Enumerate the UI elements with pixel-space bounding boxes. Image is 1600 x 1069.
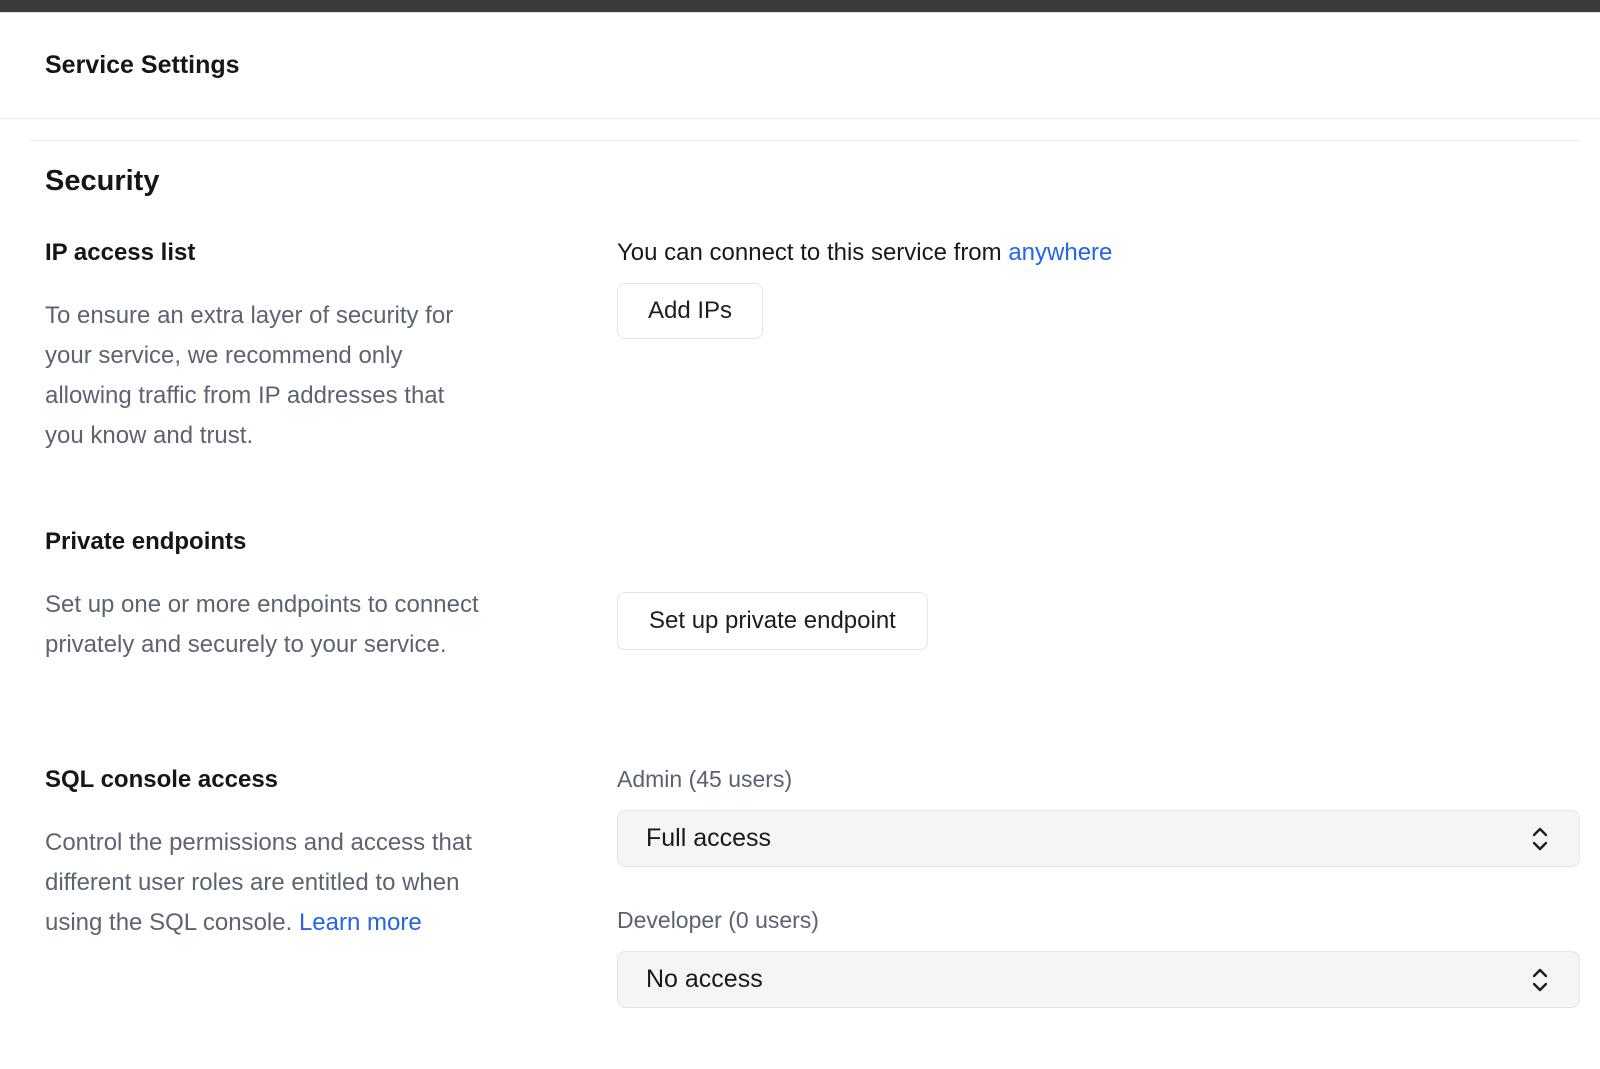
ip-access-list-right: You can connect to this service from any…: [617, 237, 1580, 339]
page-title: Service Settings: [45, 51, 240, 80]
sql-console-access-heading: SQL console access: [45, 764, 617, 796]
admin-role-label: Admin (45 users): [617, 764, 1580, 794]
security-section-title: Security: [45, 161, 1580, 201]
ip-access-list-section: IP access list To ensure an extra layer …: [45, 237, 1580, 456]
developer-role-label: Developer (0 users): [617, 905, 1580, 935]
connect-from-line: You can connect to this service from any…: [617, 237, 1580, 269]
sql-console-access-right: Admin (45 users) Full access Developer (…: [617, 764, 1580, 1008]
private-endpoints-section: Private endpoints Set up one or more end…: [45, 526, 1580, 665]
admin-role-field: Admin (45 users) Full access: [617, 764, 1580, 867]
developer-access-select[interactable]: No access: [617, 951, 1580, 1008]
add-ips-button-row: Add IPs: [617, 269, 1580, 339]
ip-access-list-left: IP access list To ensure an extra layer …: [45, 237, 617, 456]
private-endpoints-right: Set up private endpoint: [617, 526, 1580, 650]
private-endpoints-heading: Private endpoints: [45, 526, 617, 558]
chevron-up-down-icon: [1529, 824, 1551, 854]
window-chrome-bar: [0, 0, 1600, 13]
developer-role-field: Developer (0 users) No access: [617, 905, 1580, 1008]
admin-access-selected-value: Full access: [646, 824, 771, 853]
sql-console-access-section: SQL console access Control the permissio…: [45, 764, 1580, 1008]
ip-access-list-heading: IP access list: [45, 237, 617, 269]
add-ips-button[interactable]: Add IPs: [617, 283, 763, 339]
sql-console-access-description: Control the permissions and access that …: [45, 823, 483, 943]
admin-access-select[interactable]: Full access: [617, 810, 1580, 867]
content-divider: [30, 140, 1580, 141]
chevron-up-down-icon: [1529, 965, 1551, 995]
developer-access-selected-value: No access: [646, 965, 763, 994]
private-endpoints-left: Private endpoints Set up one or more end…: [45, 526, 617, 665]
connect-from-text: You can connect to this service from: [617, 239, 1002, 266]
settings-content: Security IP access list To ensure an ext…: [0, 140, 1600, 1008]
anywhere-link[interactable]: anywhere: [1008, 239, 1112, 266]
setup-private-endpoint-button[interactable]: Set up private endpoint: [617, 592, 928, 650]
private-endpoints-description: Set up one or more endpoints to connect …: [45, 585, 483, 665]
ip-access-list-description: To ensure an extra layer of security for…: [45, 296, 483, 456]
sql-console-access-left: SQL console access Control the permissio…: [45, 764, 617, 943]
page-header: Service Settings: [0, 13, 1600, 119]
learn-more-link[interactable]: Learn more: [299, 909, 422, 936]
